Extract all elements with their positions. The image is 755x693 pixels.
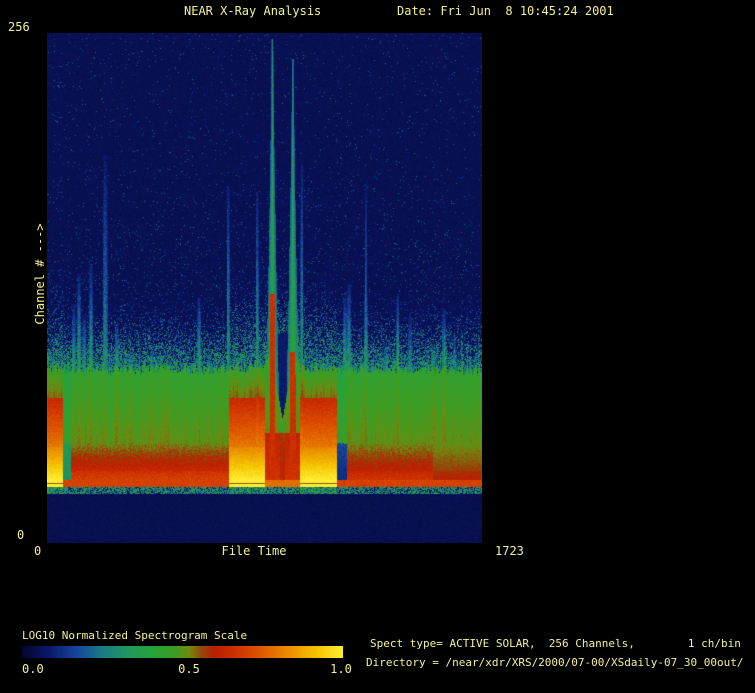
y-axis-max-label: 256 xyxy=(8,21,30,34)
colorbar-tick-min: 0.0 xyxy=(22,663,44,676)
window-title: NEAR X-Ray Analysis xyxy=(184,5,321,18)
y-axis-min-label: 0 xyxy=(17,529,24,542)
y-axis-label: Channel # ---> xyxy=(33,223,47,324)
directory-text: Directory = /near/xdr/XRS/2000/07-00/XSd… xyxy=(366,657,744,669)
colorbar-tick-mid: 0.5 xyxy=(178,663,200,676)
spect-type-text: Spect type= ACTIVE SOLAR, 256 Channels, … xyxy=(370,638,741,650)
x-axis-min-label: 0 xyxy=(34,545,41,558)
colorbar-gradient xyxy=(22,646,343,658)
x-axis-label: File Time xyxy=(221,545,286,558)
app-window: NEAR X-Ray Analysis Date: Fri Jun 8 10:4… xyxy=(0,0,755,693)
spectrogram-canvas xyxy=(47,33,482,543)
header-date: Date: Fri Jun 8 10:45:24 2001 xyxy=(397,5,614,18)
x-axis-max-label: 1723 xyxy=(495,545,524,558)
colorbar-title: LOG10 Normalized Spectrogram Scale xyxy=(22,630,247,642)
colorbar-tick-max: 1.0 xyxy=(330,663,352,676)
